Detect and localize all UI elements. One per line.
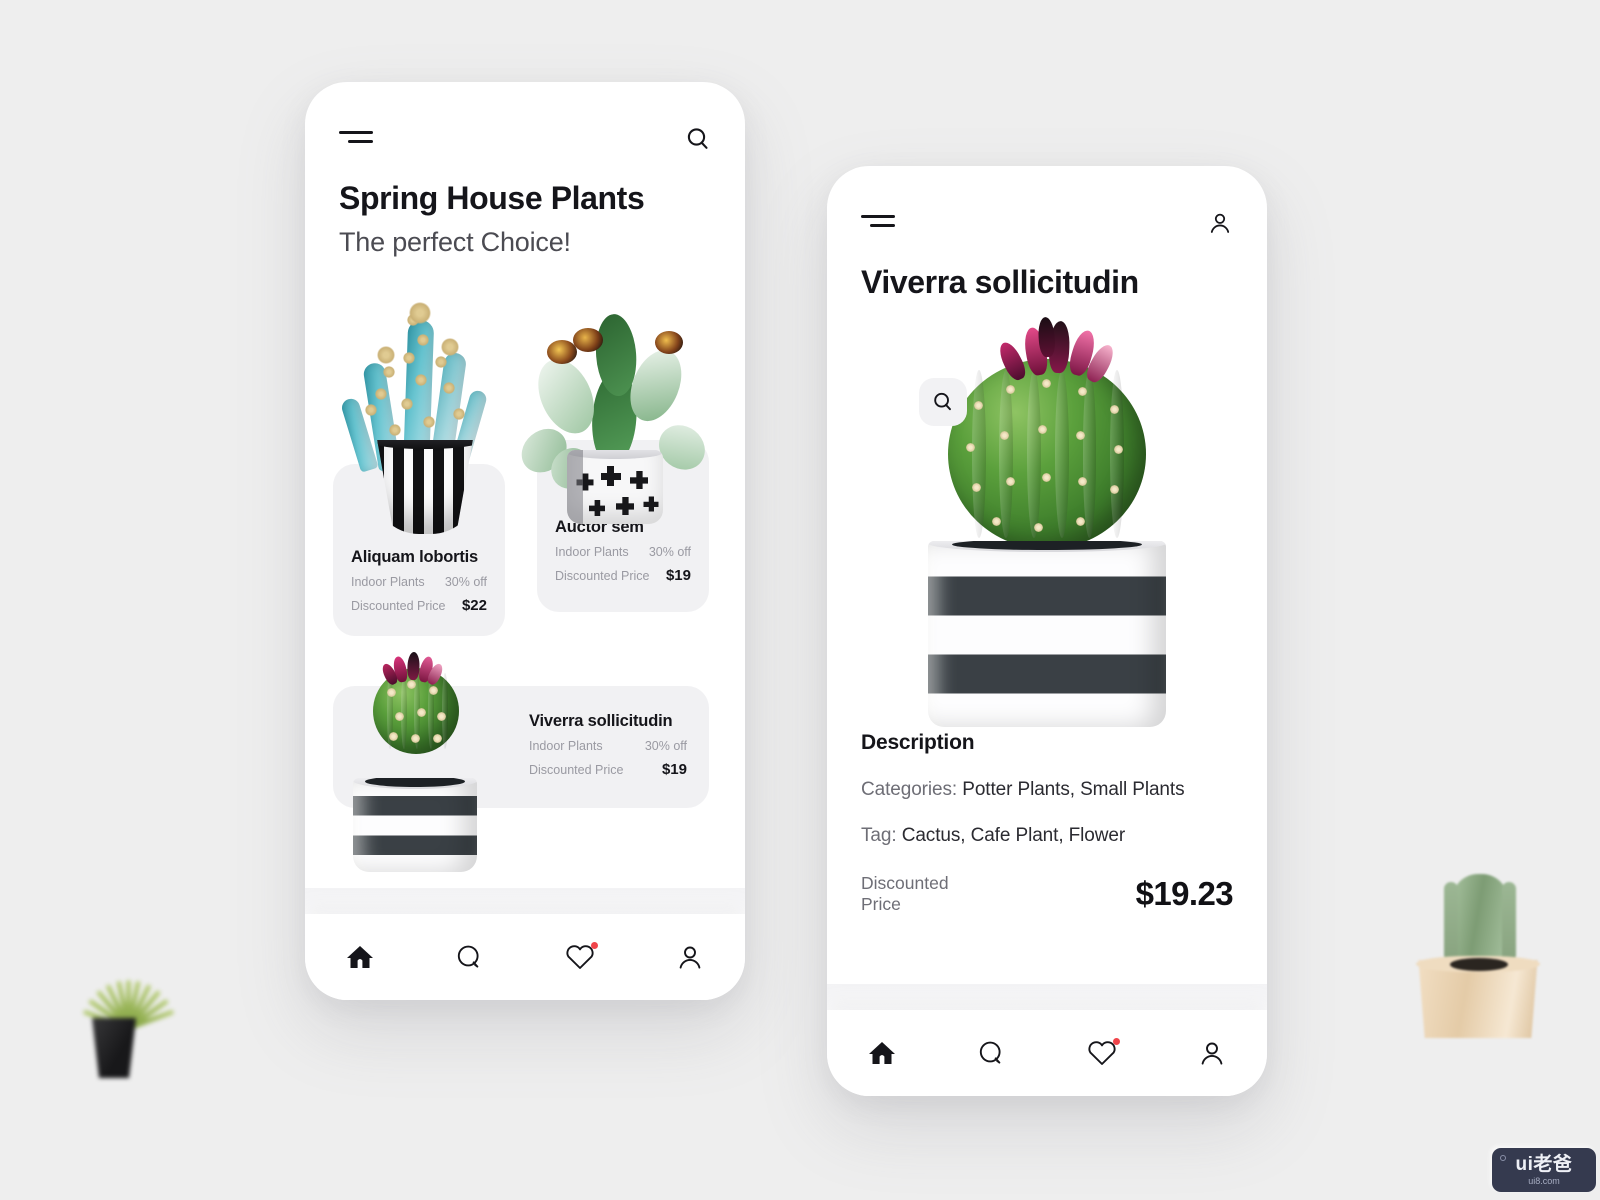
product-name: Viverra sollicitudin xyxy=(529,712,673,730)
soil xyxy=(1450,958,1508,971)
price-label-line1: Discounted xyxy=(861,873,949,893)
tag-value: Cactus, Cafe Plant, Flower xyxy=(901,825,1126,846)
home-bottom-nav xyxy=(305,914,745,1000)
product-meta: Viverra sollicitudin Indoor Plants 30% o… xyxy=(511,712,709,778)
detail-screen-phone: Viverra sollicitudin Description Categor… xyxy=(827,166,1267,1096)
product-discount: 30% off xyxy=(444,575,487,589)
watermark-main-text: ui老爸 xyxy=(1515,1153,1573,1175)
notification-badge xyxy=(1112,1038,1120,1045)
search-icon-button[interactable] xyxy=(919,378,967,426)
product-category-row: Indoor Plants 30% off xyxy=(351,575,487,589)
watermark-sub-text: ui8.com xyxy=(1528,1175,1560,1186)
cactus-body xyxy=(948,359,1146,549)
dark-pot xyxy=(92,1018,136,1078)
hamburger-icon[interactable] xyxy=(339,131,373,147)
product-name: Auctor sem xyxy=(555,518,644,536)
watermark-dot-icon xyxy=(1500,1155,1506,1161)
tag-label: Tag: xyxy=(861,825,902,846)
detail-bottom-nav xyxy=(827,1010,1267,1096)
home-screen-body: Spring House Plants The perfect Choice! … xyxy=(305,82,745,888)
product-price-row: Discounted Price $19 xyxy=(529,761,687,778)
nav-chat-icon[interactable] xyxy=(976,1038,1006,1068)
hamburger-icon[interactable] xyxy=(861,215,895,231)
watermark-badge: ui老爸 ui8.com xyxy=(1492,1148,1596,1192)
nav-divider xyxy=(305,888,745,914)
cactus-body xyxy=(1444,874,1516,969)
decor-cactus-wood-pot xyxy=(1398,852,1558,1038)
search-icon[interactable] xyxy=(685,126,711,152)
product-price-label: Discounted Price xyxy=(351,599,446,613)
product-hero-image-area xyxy=(827,307,1267,727)
product-meta: Auctor sem Indoor Plants 30% off Discoun… xyxy=(537,518,709,584)
product-price: $22 xyxy=(461,597,487,614)
pot-rim-inner xyxy=(951,541,1143,550)
decor-grass-plant xyxy=(62,952,192,1078)
price-label: Discounted Price xyxy=(861,873,949,914)
product-category: Indoor Plants xyxy=(529,739,603,753)
nav-chat-icon[interactable] xyxy=(454,942,484,972)
product-price: $19 xyxy=(661,761,687,778)
price-value: $19.23 xyxy=(1135,874,1234,912)
person-icon[interactable] xyxy=(1207,210,1233,236)
categories-label: Categories: xyxy=(861,779,963,800)
striped-pot xyxy=(928,541,1166,727)
nav-home-icon[interactable] xyxy=(867,1038,897,1068)
page-title: Spring House Plants xyxy=(339,180,645,216)
description-section: Description Categories: Potter Plants, S… xyxy=(827,731,1267,914)
price-row: Discounted Price $19.23 xyxy=(861,873,1234,914)
home-screen-phone: Spring House Plants The perfect Choice! … xyxy=(305,82,745,1000)
pot-rim-outer xyxy=(928,541,1166,552)
product-category: Indoor Plants xyxy=(351,575,425,589)
detail-screen-body: Viverra sollicitudin Description Categor… xyxy=(827,166,1267,984)
product-price-row: Discounted Price $22 xyxy=(351,597,487,614)
product-discount: 30% off xyxy=(644,739,687,753)
categories-value: Potter Plants, Small Plants xyxy=(962,779,1185,800)
product-name: Aliquam lobortis xyxy=(351,548,478,566)
product-price-label: Discounted Price xyxy=(529,763,624,777)
search-icon xyxy=(934,392,951,411)
price-label-line2: Price xyxy=(861,893,901,914)
product-category-row: Indoor Plants 30% off xyxy=(529,739,687,753)
product-price: $19 xyxy=(665,567,691,584)
notification-badge xyxy=(590,942,598,949)
nav-person-icon[interactable] xyxy=(675,942,705,972)
nav-person-icon[interactable] xyxy=(1197,1038,1227,1068)
nav-heart-icon[interactable] xyxy=(1086,1038,1120,1068)
product-card-auctor-sem[interactable]: Auctor sem Indoor Plants 30% off Discoun… xyxy=(537,440,709,612)
page-subtitle: The perfect Choice! xyxy=(339,227,571,257)
product-category: Indoor Plants xyxy=(555,545,629,559)
product-card-viverra-sollicitudin[interactable]: Viverra sollicitudin Indoor Plants 30% o… xyxy=(333,686,709,808)
tag-row: Tag: Cactus, Cafe Plant, Flower xyxy=(861,825,1233,847)
product-price-label: Discounted Price xyxy=(555,569,650,583)
home-topbar xyxy=(305,82,745,152)
nav-divider xyxy=(827,984,1267,1010)
detail-topbar xyxy=(827,166,1267,236)
product-meta: Aliquam lobortis Indoor Plants 30% off D… xyxy=(333,548,505,614)
product-card-aliquam-lobortis[interactable]: Aliquam lobortis Indoor Plants 30% off D… xyxy=(333,464,505,636)
nav-heart-icon[interactable] xyxy=(564,942,598,972)
categories-row: Categories: Potter Plants, Small Plants xyxy=(861,779,1233,801)
product-price-row: Discounted Price $19 xyxy=(555,567,691,584)
product-category-row: Indoor Plants 30% off xyxy=(555,545,691,559)
description-heading: Description xyxy=(861,731,975,754)
nav-home-icon[interactable] xyxy=(345,942,375,972)
product-detail-title: Viverra sollicitudin xyxy=(861,264,1139,300)
pot-rim xyxy=(377,440,473,449)
product-discount: 30% off xyxy=(648,545,691,559)
